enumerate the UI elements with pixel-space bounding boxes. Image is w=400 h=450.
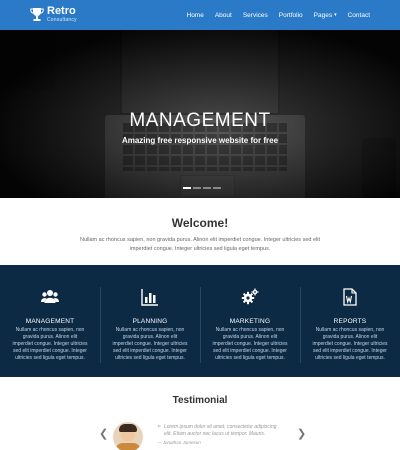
- hero-slider: MANAGEMENT Amazing free responsive websi…: [0, 30, 400, 198]
- caret-down-icon: ▾: [334, 12, 337, 18]
- service-reports: REPORTS Nullam ac rhoncus sapien, non gr…: [300, 265, 400, 377]
- welcome-text: Nullam ac rhoncus sapien, non gravida pu…: [80, 237, 320, 252]
- slider-dot-2[interactable]: [193, 187, 201, 189]
- nav-item-home[interactable]: Home: [187, 12, 204, 19]
- slider-dot-1[interactable]: [183, 187, 191, 189]
- main-nav: Home About Services Portfolio Pages ▾ Co…: [176, 0, 371, 30]
- users-icon: [41, 290, 59, 303]
- site-header: Retro Consultancy Home About Services Po…: [0, 0, 400, 30]
- service-text: Nullam ac rhoncus sapien, non gravida pu…: [212, 327, 288, 361]
- service-planning: PLANNING Nullam ac rhoncus sapien, non g…: [100, 265, 200, 377]
- nav-item-contact[interactable]: Contact: [348, 12, 370, 19]
- service-text: Nullam ac rhoncus sapien, non gravida pu…: [112, 327, 188, 361]
- nav-item-portfolio[interactable]: Portfolio: [279, 12, 303, 19]
- welcome-title: Welcome!: [171, 216, 229, 230]
- service-management: MANAGEMENT Nullam ac rhoncus sapien, non…: [0, 265, 100, 377]
- nav-item-pages-label: Pages: [313, 11, 333, 19]
- hero-subtitle: Amazing free responsive website for free: [121, 136, 279, 145]
- logo[interactable]: Retro Consultancy: [30, 6, 77, 23]
- chevron-left-icon[interactable]: ❮: [99, 427, 108, 440]
- document-icon: [343, 288, 357, 306]
- quote-icon: “: [157, 424, 162, 433]
- service-marketing: MARKETING Nullam ac rhoncus sapien, non …: [200, 265, 300, 377]
- service-title: MANAGEMENT: [25, 318, 75, 325]
- slider-indicators: [183, 187, 223, 189]
- brand-title: Retro: [47, 5, 76, 17]
- testimonial-author: — Jonathan Jameson: [157, 440, 201, 445]
- slider-dot-4[interactable]: [213, 187, 221, 189]
- service-text: Nullam ac rhoncus sapien, non gravida pu…: [12, 327, 88, 361]
- avatar: [113, 422, 143, 450]
- slider-dot-3[interactable]: [203, 187, 211, 189]
- brand-subtitle: Consultancy: [47, 17, 77, 23]
- gears-icon: [241, 288, 259, 305]
- service-title: PLANNING: [132, 318, 168, 325]
- trophy-icon: [30, 7, 44, 21]
- hero-title: MANAGEMENT: [129, 110, 271, 131]
- bar-chart-icon: [141, 289, 158, 306]
- service-title: MARKETING: [229, 318, 271, 325]
- chevron-right-icon[interactable]: ❯: [297, 427, 306, 440]
- nav-item-pages[interactable]: Pages ▾: [314, 12, 337, 19]
- testimonial-quote: Lorem ipsum dolor sit amet, consectetur …: [164, 424, 277, 437]
- welcome-section: Welcome! Nullam ac rhoncus sapien, non g…: [0, 198, 400, 265]
- testimonial-title: Testimonial: [172, 395, 228, 406]
- nav-item-about[interactable]: About: [215, 12, 232, 19]
- service-title: REPORTS: [333, 318, 367, 325]
- nav-item-services[interactable]: Services: [243, 12, 268, 19]
- service-text: Nullam ac rhoncus sapien, non gravida pu…: [312, 327, 388, 361]
- services-section: MANAGEMENT Nullam ac rhoncus sapien, non…: [0, 265, 400, 377]
